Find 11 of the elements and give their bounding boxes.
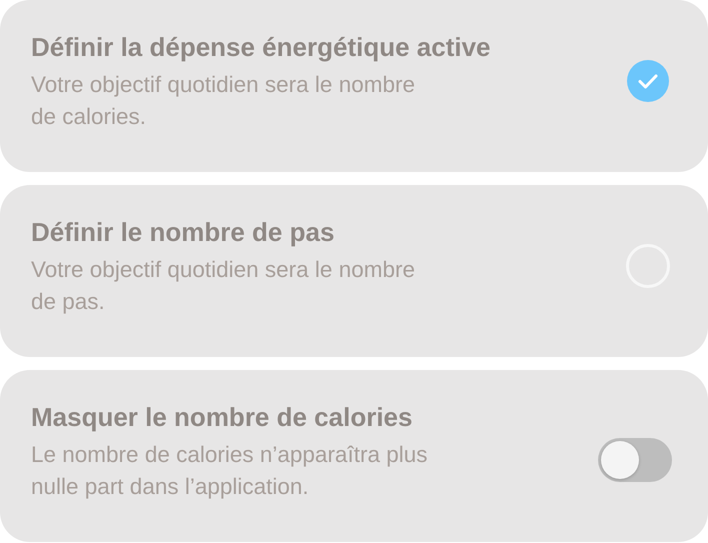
checkmark-icon[interactable] [626, 59, 670, 103]
option-description: Le nombre de calories n’apparaîtra plus nulle part dans l’application. [31, 441, 428, 501]
option-description: Votre objectif quotidien sera le nombre de calories. [31, 71, 416, 131]
option-card[interactable]: Définir le nombre de pas Votre objectif quotidien sera le nombre de pas. [0, 185, 708, 357]
option-title: Masquer le nombre de calories [31, 401, 414, 433]
option-description: Votre objectif quotidien sera le nombre de pas. [31, 256, 416, 316]
option-card[interactable]: Définir la dépense énergétique active Votre objectif quotidien sera le nombre de calories. [0, 0, 708, 172]
option-card[interactable]: Masquer le nombre de calories Le nombre de calories n’apparaîtra plus nulle part dans l’application. [0, 370, 708, 542]
toggle-switch[interactable] [598, 438, 672, 482]
option-title: Définir le nombre de pas [31, 216, 336, 248]
option-title: Définir la dépense énergétique active [31, 31, 490, 63]
